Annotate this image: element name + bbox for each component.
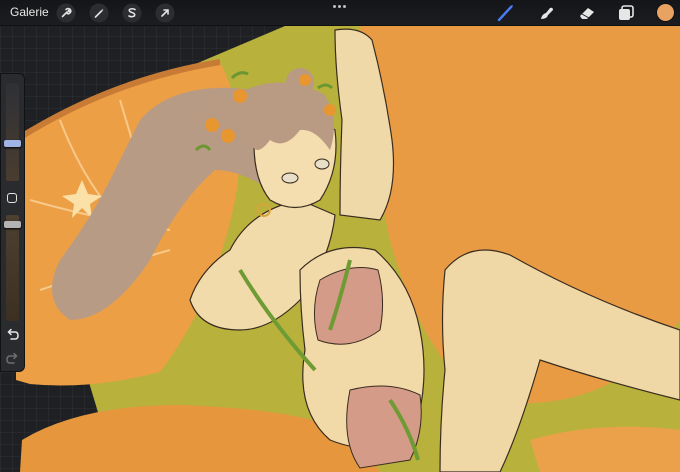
left-sidebar [1, 74, 24, 371]
color-picker-swatch[interactable] [657, 4, 674, 21]
more-options-icon[interactable] [332, 4, 348, 10]
smudge-icon[interactable] [537, 3, 557, 23]
eraser-icon[interactable] [577, 3, 597, 23]
brush-icon[interactable] [496, 3, 516, 23]
brush-size-handle[interactable] [4, 140, 21, 147]
layers-icon[interactable] [616, 3, 636, 23]
brush-size-slider[interactable] [4, 83, 21, 181]
gallery-button[interactable]: Galerie [10, 5, 49, 19]
top-toolbar: Galerie [0, 0, 680, 26]
undo-icon[interactable] [5, 327, 20, 342]
selection-s-icon[interactable] [122, 3, 142, 23]
opacity-slider[interactable] [4, 215, 21, 321]
redo-icon[interactable] [5, 351, 20, 366]
modify-square-icon[interactable] [7, 193, 17, 203]
opacity-handle[interactable] [4, 221, 21, 228]
wrench-icon[interactable] [56, 3, 76, 23]
procreate-app: Galerie [0, 0, 680, 472]
drawing-canvas[interactable] [0, 0, 680, 472]
artwork [14, 26, 680, 472]
magic-wand-icon[interactable] [89, 3, 109, 23]
arrow-cursor-icon[interactable] [155, 3, 175, 23]
